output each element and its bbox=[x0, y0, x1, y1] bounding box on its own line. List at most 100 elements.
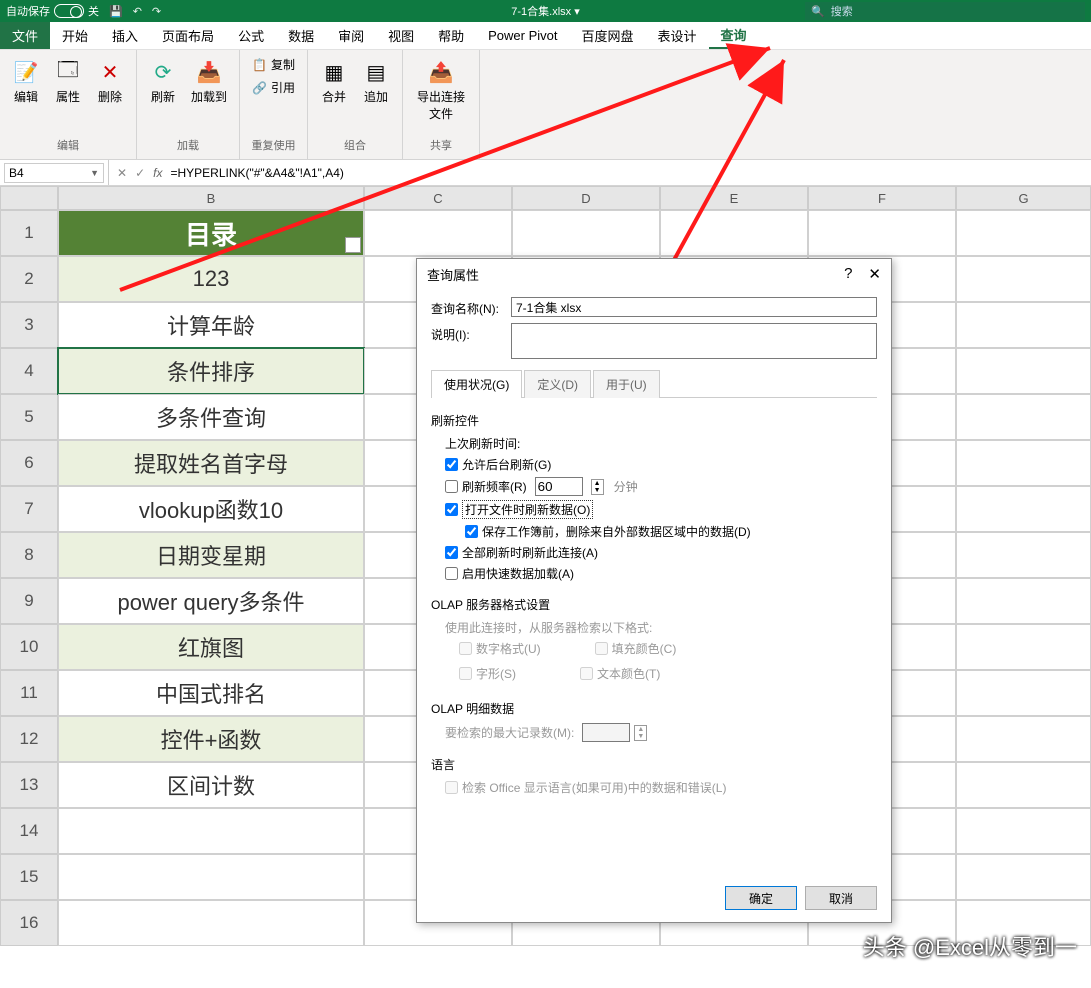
row-header[interactable]: 3 bbox=[0, 302, 58, 348]
tab-layout[interactable]: 页面布局 bbox=[150, 22, 226, 49]
properties-button[interactable]: 🗔属性 bbox=[50, 54, 86, 109]
tab-review[interactable]: 审阅 bbox=[326, 22, 376, 49]
row-header[interactable]: 1 bbox=[0, 210, 58, 256]
cell[interactable]: 目录▼ bbox=[58, 210, 364, 256]
fx-icon[interactable]: fx bbox=[153, 166, 162, 180]
cell[interactable] bbox=[956, 210, 1091, 256]
close-icon[interactable]: ✕ bbox=[868, 265, 881, 283]
cell[interactable]: vlookup函数10 bbox=[58, 486, 364, 532]
description-input[interactable] bbox=[511, 323, 877, 359]
spinner-icon[interactable]: ▲▼ bbox=[591, 479, 604, 495]
cell[interactable]: 条件排序 bbox=[58, 348, 364, 394]
filter-icon[interactable]: ▼ bbox=[345, 237, 361, 253]
refresh-button[interactable]: ⟳刷新 bbox=[145, 54, 181, 109]
cell[interactable] bbox=[364, 210, 512, 256]
col-header-g[interactable]: G bbox=[956, 186, 1091, 210]
row-header[interactable]: 5 bbox=[0, 394, 58, 440]
cell[interactable] bbox=[512, 210, 660, 256]
refresh-freq-input[interactable] bbox=[535, 477, 583, 496]
row-header[interactable]: 6 bbox=[0, 440, 58, 486]
cell[interactable] bbox=[956, 440, 1091, 486]
cell[interactable]: 提取姓名首字母 bbox=[58, 440, 364, 486]
tab-insert[interactable]: 插入 bbox=[100, 22, 150, 49]
tab-help[interactable]: 帮助 bbox=[426, 22, 476, 49]
cell[interactable] bbox=[956, 348, 1091, 394]
search-box[interactable]: 🔍 搜索 bbox=[805, 2, 1085, 20]
cell[interactable] bbox=[956, 762, 1091, 808]
tab-query[interactable]: 查询 bbox=[709, 22, 759, 49]
cell[interactable] bbox=[58, 854, 364, 900]
allow-bg-checkbox[interactable] bbox=[445, 458, 458, 471]
merge-button[interactable]: ▦合并 bbox=[316, 54, 352, 109]
cell[interactable] bbox=[956, 624, 1091, 670]
refresh-freq-checkbox[interactable] bbox=[445, 480, 458, 493]
cell[interactable]: 中国式排名 bbox=[58, 670, 364, 716]
formula-input[interactable]: =HYPERLINK("#"&A4&"!A1",A4) bbox=[170, 166, 343, 180]
cell[interactable] bbox=[808, 210, 956, 256]
delete-button[interactable]: ✕删除 bbox=[92, 54, 128, 109]
append-button[interactable]: ▤追加 bbox=[358, 54, 394, 109]
refresh-all-checkbox[interactable] bbox=[445, 546, 458, 559]
reference-button[interactable]: 🔗引用 bbox=[248, 77, 299, 98]
row-header[interactable]: 4 bbox=[0, 348, 58, 394]
tab-powerpivot[interactable]: Power Pivot bbox=[476, 22, 569, 49]
export-button[interactable]: 📤导出连接文件 bbox=[411, 54, 471, 126]
tab-definition[interactable]: 定义(D) bbox=[524, 370, 591, 398]
cell[interactable]: 区间计数 bbox=[58, 762, 364, 808]
cell[interactable] bbox=[956, 302, 1091, 348]
undo-icon[interactable]: ↶ bbox=[133, 5, 142, 18]
tab-design[interactable]: 表设计 bbox=[646, 22, 709, 49]
tab-view[interactable]: 视图 bbox=[376, 22, 426, 49]
cell[interactable]: 控件+函数 bbox=[58, 716, 364, 762]
redo-icon[interactable]: ↷ bbox=[152, 5, 161, 18]
select-all-corner[interactable] bbox=[0, 186, 58, 210]
loadto-button[interactable]: 📥加载到 bbox=[187, 54, 231, 109]
cell[interactable] bbox=[956, 256, 1091, 302]
tab-data[interactable]: 数据 bbox=[276, 22, 326, 49]
col-header-b[interactable]: B bbox=[58, 186, 364, 210]
cell[interactable]: 计算年龄 bbox=[58, 302, 364, 348]
cancel-button[interactable]: 取消 bbox=[805, 886, 877, 910]
cell[interactable] bbox=[58, 808, 364, 854]
cell[interactable] bbox=[58, 900, 364, 946]
cell[interactable] bbox=[660, 210, 808, 256]
cell[interactable] bbox=[956, 670, 1091, 716]
refresh-open-checkbox[interactable] bbox=[445, 503, 458, 516]
edit-button[interactable]: 📝编辑 bbox=[8, 54, 44, 109]
cell[interactable]: 123 bbox=[58, 256, 364, 302]
copy-button[interactable]: 📋复制 bbox=[248, 54, 299, 75]
cell[interactable]: 日期变星期 bbox=[58, 532, 364, 578]
row-header[interactable]: 7 bbox=[0, 486, 58, 532]
query-name-input[interactable] bbox=[511, 297, 877, 317]
del-query-checkbox[interactable] bbox=[465, 525, 478, 538]
cell[interactable]: 红旗图 bbox=[58, 624, 364, 670]
ok-button[interactable]: 确定 bbox=[725, 886, 797, 910]
autosave-toggle[interactable]: 自动保存 关 bbox=[6, 3, 99, 19]
cell[interactable] bbox=[956, 394, 1091, 440]
row-header[interactable]: 16 bbox=[0, 900, 58, 946]
tab-usedin[interactable]: 用于(U) bbox=[593, 370, 660, 398]
tab-baidu[interactable]: 百度网盘 bbox=[570, 22, 646, 49]
col-header-d[interactable]: D bbox=[512, 186, 660, 210]
col-header-e[interactable]: E bbox=[660, 186, 808, 210]
row-header[interactable]: 12 bbox=[0, 716, 58, 762]
col-header-c[interactable]: C bbox=[364, 186, 512, 210]
row-header[interactable]: 10 bbox=[0, 624, 58, 670]
row-header[interactable]: 14 bbox=[0, 808, 58, 854]
cell[interactable]: power query多条件 bbox=[58, 578, 364, 624]
save-icon[interactable]: 💾 bbox=[109, 5, 123, 18]
tab-formula[interactable]: 公式 bbox=[226, 22, 276, 49]
tab-file[interactable]: 文件 bbox=[0, 22, 50, 49]
cell[interactable] bbox=[956, 486, 1091, 532]
row-header[interactable]: 15 bbox=[0, 854, 58, 900]
cell[interactable]: 多条件查询 bbox=[58, 394, 364, 440]
col-header-f[interactable]: F bbox=[808, 186, 956, 210]
row-header[interactable]: 2 bbox=[0, 256, 58, 302]
row-header[interactable]: 11 bbox=[0, 670, 58, 716]
name-box[interactable]: B4▼ bbox=[4, 163, 104, 183]
accept-formula-icon[interactable]: ✓ bbox=[135, 166, 145, 180]
row-header[interactable]: 13 bbox=[0, 762, 58, 808]
cell[interactable] bbox=[956, 532, 1091, 578]
tab-home[interactable]: 开始 bbox=[50, 22, 100, 49]
row-header[interactable]: 9 bbox=[0, 578, 58, 624]
